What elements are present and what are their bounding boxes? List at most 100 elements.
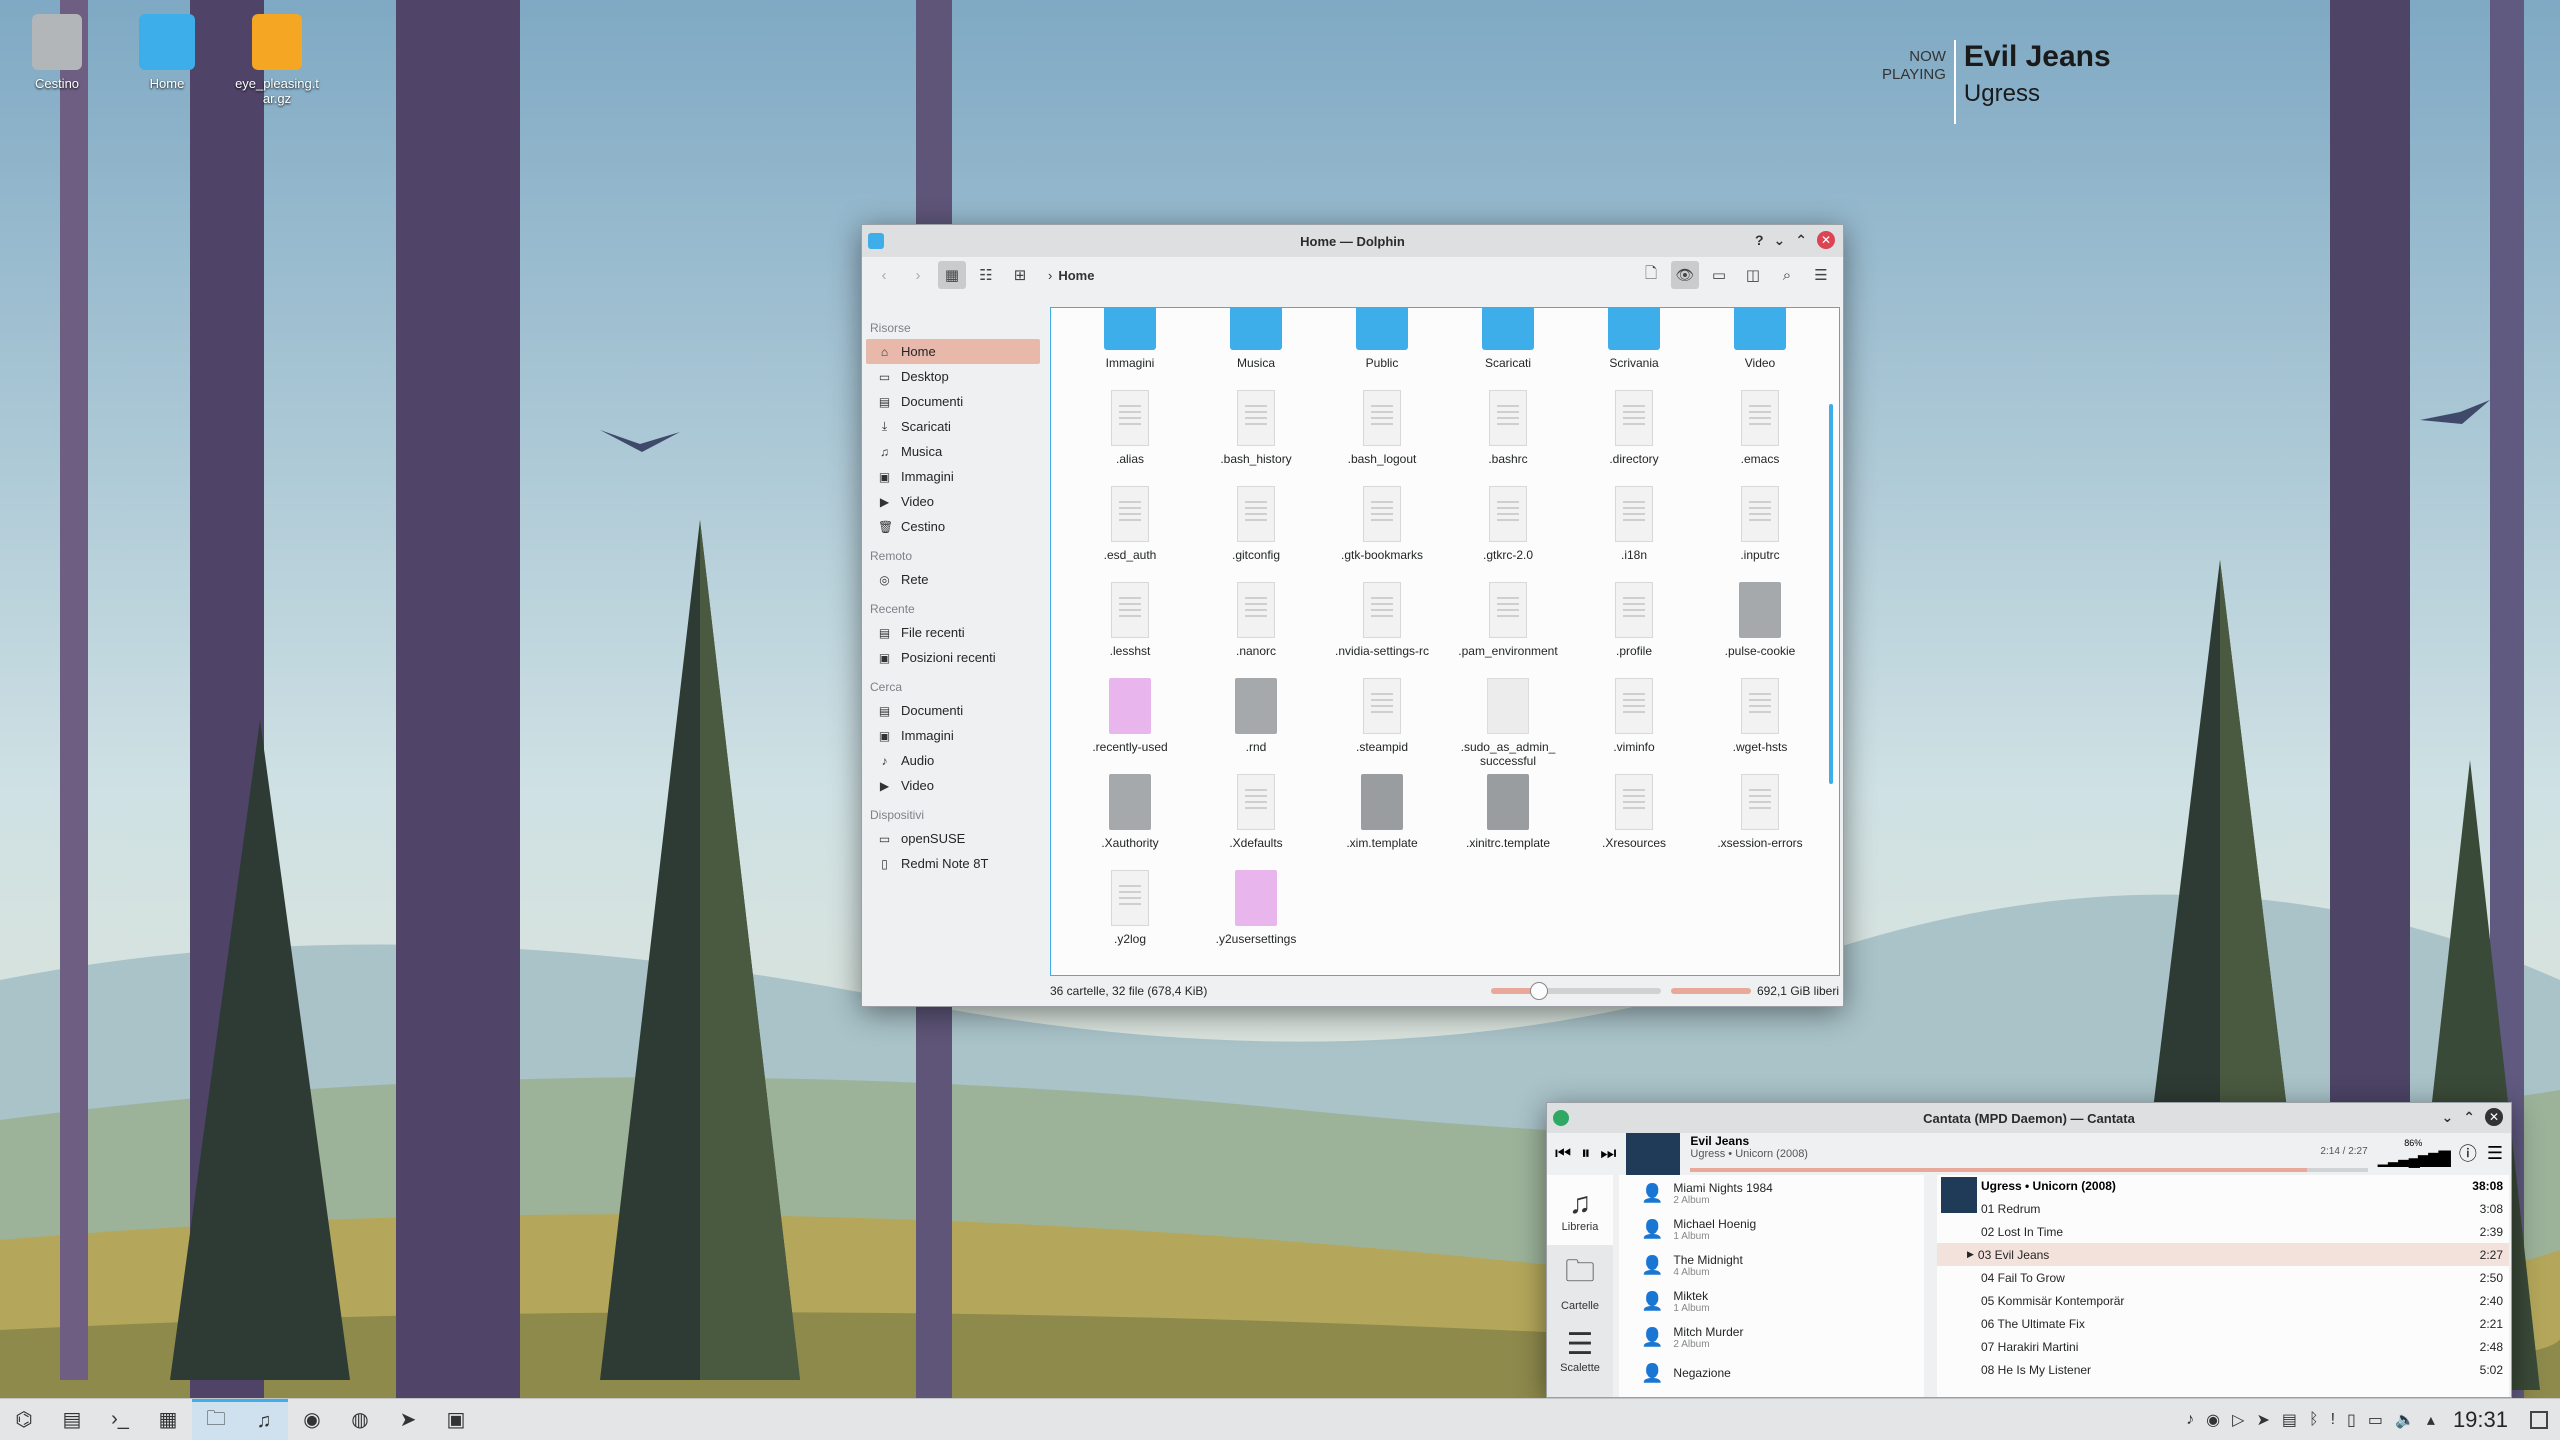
hamburger-menu-icon[interactable]: ☰ — [2487, 1143, 2503, 1164]
queue-track-row[interactable]: 06 The Ultimate Fix 2:21 — [1937, 1312, 2509, 1335]
app-launcher-icon[interactable]: ⌬ — [0, 1399, 48, 1440]
search-icon[interactable]: ⌕ — [1773, 261, 1801, 289]
pause-icon[interactable]: ⏸ — [1581, 1143, 1590, 1164]
cantata-nav-item[interactable]: ♫ Libreria — [1547, 1175, 1613, 1245]
cantata-taskbar-icon[interactable]: ♫ — [240, 1398, 288, 1440]
file-item[interactable]: .alias — [1067, 390, 1193, 482]
steam-tray-icon[interactable]: ◉ — [2206, 1410, 2220, 1430]
sidebar-item[interactable]: ▤ File recenti — [866, 620, 1040, 645]
terminal-icon[interactable]: ▭ — [1705, 261, 1733, 289]
sidebar-item[interactable]: ▣ Immagini — [866, 723, 1040, 748]
clock[interactable]: 19:31 — [2453, 1407, 2508, 1433]
volume-icon[interactable]: 🔈 — [2395, 1410, 2415, 1430]
file-item[interactable]: Public — [1319, 308, 1445, 386]
zoom-slider-handle[interactable] — [1529, 982, 1548, 1000]
file-item[interactable]: .xim.template — [1319, 774, 1445, 866]
artist-row[interactable]: 👤 Negazione — [1619, 1355, 1924, 1391]
bluetooth-icon[interactable]: ᛒ — [2309, 1411, 2319, 1429]
file-item[interactable]: .nanorc — [1193, 582, 1319, 674]
battery-icon[interactable]: ▯ — [2347, 1410, 2356, 1430]
file-item[interactable]: .xsession-errors — [1697, 774, 1823, 866]
artist-row[interactable]: 👤 Mitch Murder 2 Album — [1619, 1319, 1924, 1355]
file-item[interactable]: .sudo_as_admin_ successful — [1445, 678, 1571, 770]
sidebar-item[interactable]: ♪ Audio — [866, 748, 1040, 773]
sidebar-item[interactable]: ▣ Immagini — [866, 464, 1040, 489]
desktop-icon-home[interactable]: Home — [122, 14, 212, 91]
file-item[interactable]: Immagini — [1067, 308, 1193, 386]
file-item[interactable]: Musica — [1193, 308, 1319, 386]
sidebar-item[interactable]: ▭ openSUSE — [866, 826, 1040, 851]
sidebar-item[interactable]: ⌂ Home — [866, 339, 1040, 364]
notifications-icon[interactable]: ! — [2331, 1411, 2335, 1429]
system-monitor-icon[interactable]: ▤ — [48, 1399, 96, 1440]
file-view[interactable]: Immagini Musica Public Scaricati Scrivania Vi… — [1050, 307, 1840, 976]
file-item[interactable]: .i18n — [1571, 486, 1697, 578]
maximize-icon[interactable]: ⌃ — [2463, 1109, 2475, 1126]
dolphin-titlebar[interactable]: Home — Dolphin ? ⌄ ⌃ ✕ — [862, 225, 1843, 257]
dolphin-taskbar-icon[interactable]: 🗀 — [192, 1398, 240, 1440]
minimize-icon[interactable]: ⌄ — [2442, 1109, 2454, 1126]
file-item[interactable]: .viminfo — [1571, 678, 1697, 770]
queue-track-row[interactable]: 01 Redrum 3:08 — [1937, 1197, 2509, 1220]
breadcrumb[interactable]: Home — [1058, 268, 1094, 283]
file-item[interactable]: .pulse-cookie — [1697, 582, 1823, 674]
sidebar-item[interactable]: ◎ Rete — [866, 567, 1040, 592]
discover-icon[interactable]: ▦ — [144, 1399, 192, 1440]
desktop-icon-trash[interactable]: Cestino — [12, 14, 102, 91]
cantata-tray-icon[interactable]: ♪ — [2186, 1411, 2194, 1429]
file-item[interactable]: .y2usersettings — [1193, 870, 1319, 962]
desktop-icon-archive[interactable]: eye_pleasing.tar.gz — [232, 14, 322, 106]
file-item[interactable]: .directory — [1571, 390, 1697, 482]
sidebar-item[interactable]: ▣ Posizioni recenti — [866, 645, 1040, 670]
file-item[interactable]: .esd_auth — [1067, 486, 1193, 578]
file-item[interactable]: .recently-used — [1067, 678, 1193, 770]
telegram-icon[interactable]: ➤ — [384, 1399, 432, 1440]
details-view-icon[interactable]: ⊞ — [1006, 261, 1034, 289]
file-item[interactable]: .xinitrc.template — [1445, 774, 1571, 866]
hamburger-menu-icon[interactable]: ☰ — [1807, 261, 1835, 289]
play-queue[interactable]: Ugress • Unicorn (2008) 38:08 01 Redrum 3… — [1937, 1175, 2509, 1397]
file-item[interactable]: .Xresources — [1571, 774, 1697, 866]
file-item[interactable]: .wget-hsts — [1697, 678, 1823, 770]
queue-track-row[interactable]: 02 Lost In Time 2:39 — [1937, 1220, 2509, 1243]
file-item[interactable]: Scrivania — [1571, 308, 1697, 386]
compact-view-icon[interactable]: ☷ — [972, 261, 1000, 289]
artist-row[interactable]: 👤 Miktek 1 Album — [1619, 1283, 1924, 1319]
scrollbar[interactable] — [1829, 404, 1833, 784]
file-item[interactable]: .pam_environment — [1445, 582, 1571, 674]
file-item[interactable]: .lesshst — [1067, 582, 1193, 674]
queue-track-row[interactable]: ▶ 03 Evil Jeans 2:27 — [1937, 1243, 2509, 1266]
split-view-icon[interactable]: ◫ — [1739, 261, 1767, 289]
file-item[interactable]: .inputrc — [1697, 486, 1823, 578]
network-icon[interactable]: ▭ — [2368, 1410, 2383, 1430]
zoom-slider[interactable] — [1490, 982, 1661, 1000]
next-track-icon[interactable]: ⏭ — [1600, 1143, 1616, 1164]
file-item[interactable]: .gitconfig — [1193, 486, 1319, 578]
artist-list[interactable]: 👤 Miami Nights 1984 2 Album 👤 Michael Hoenig… — [1619, 1175, 1924, 1397]
telegram-tray-icon[interactable]: ➤ — [2256, 1410, 2269, 1430]
help-icon[interactable]: ? — [1755, 232, 1764, 248]
queue-track-row[interactable]: 04 Fail To Grow 2:50 — [1937, 1266, 2509, 1289]
file-item[interactable]: .Xauthority — [1067, 774, 1193, 866]
sidebar-item[interactable]: ▶ Video — [866, 773, 1040, 798]
back-icon[interactable]: ‹ — [870, 261, 898, 289]
terminal-icon[interactable]: ›_ — [96, 1399, 144, 1440]
sidebar-item[interactable]: ▯ Redmi Note 8T — [866, 851, 1040, 876]
sidebar-item[interactable]: ♫ Musica — [866, 439, 1040, 464]
file-item[interactable]: .y2log — [1067, 870, 1193, 962]
preview-icon[interactable]: 👁 — [1671, 261, 1699, 289]
sidebar-item[interactable]: 🗑 Cestino — [866, 514, 1040, 539]
file-item[interactable]: Video — [1697, 308, 1823, 386]
volume-control[interactable]: 86% ▁▂▃▄▅▆▇ — [2378, 1138, 2451, 1168]
file-item[interactable]: .gtk-bookmarks — [1319, 486, 1445, 578]
expand-tray-icon[interactable]: ▴ — [2427, 1410, 2435, 1430]
file-item[interactable]: .gtkrc-2.0 — [1445, 486, 1571, 578]
cantata-nav-item[interactable]: 🗀 Cartelle — [1547, 1245, 1613, 1315]
sidebar-item[interactable]: ▤ Documenti — [866, 698, 1040, 723]
info-icon[interactable]: ⓘ — [2459, 1140, 2477, 1166]
artist-row[interactable]: 👤 Miami Nights 1984 2 Album — [1619, 1175, 1924, 1211]
sidebar-item[interactable]: ⤓ Scaricati — [866, 414, 1040, 439]
artist-row[interactable]: 👤 Michael Hoenig 1 Album — [1619, 1211, 1924, 1247]
close-icon[interactable]: ✕ — [2485, 1108, 2503, 1126]
forward-icon[interactable]: › — [904, 261, 932, 289]
